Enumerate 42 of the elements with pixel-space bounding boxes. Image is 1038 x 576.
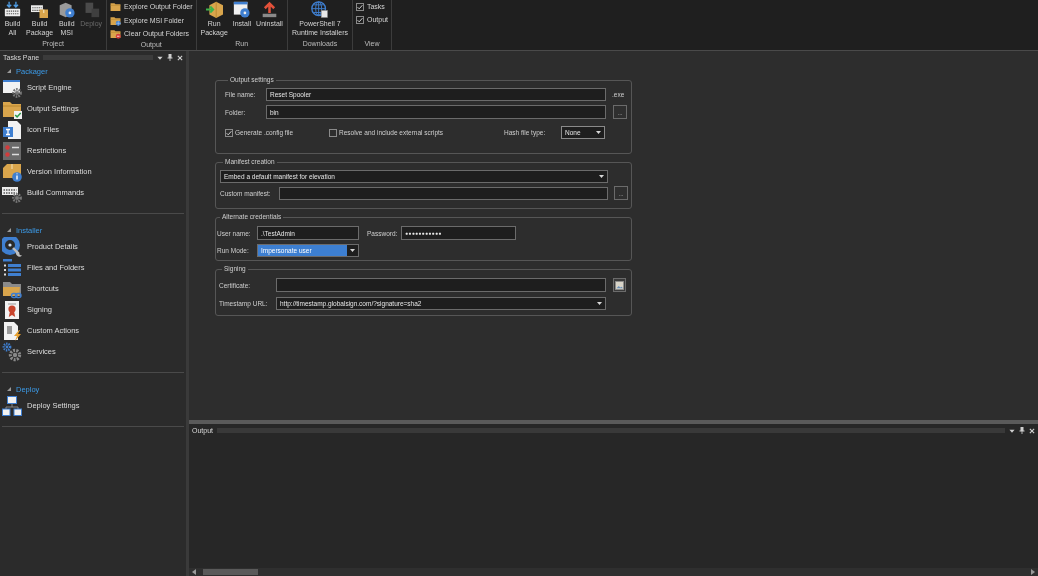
certificate-field[interactable] xyxy=(276,278,606,292)
custom-manifest-field[interactable] xyxy=(279,186,608,200)
box-arrow-icon xyxy=(205,1,223,18)
image-icon xyxy=(615,280,624,290)
document-icon xyxy=(2,119,22,140)
upload-arrow-icon xyxy=(261,1,278,18)
document-lightning-icon xyxy=(2,320,22,341)
box-disc-icon xyxy=(58,1,76,18)
scroll-left-icon[interactable] xyxy=(192,569,196,575)
caret-down-icon[interactable] xyxy=(157,54,163,61)
expanded-triangle-icon[interactable] xyxy=(7,228,11,232)
folder-icon xyxy=(110,1,122,13)
scrollbar-thumb[interactable] xyxy=(203,569,258,575)
caret-down-icon[interactable] xyxy=(1009,427,1015,434)
certificate-icon xyxy=(2,299,22,320)
network-icon xyxy=(2,395,22,416)
list-icon xyxy=(2,257,22,278)
box-info-icon xyxy=(2,161,22,182)
gears-icon xyxy=(2,341,22,362)
caret-down-icon xyxy=(597,302,602,305)
certificate-button[interactable] xyxy=(613,278,626,292)
folder-delete-icon xyxy=(110,28,122,40)
close-icon[interactable] xyxy=(1029,427,1035,434)
checkbox[interactable] xyxy=(355,2,364,11)
globe-icon xyxy=(311,1,329,18)
caret-down-icon xyxy=(599,175,604,178)
scroll-right-icon[interactable] xyxy=(1031,569,1035,575)
expanded-triangle-icon[interactable] xyxy=(7,69,11,73)
folder-globe-icon xyxy=(110,14,122,26)
pin-icon[interactable] xyxy=(1019,427,1025,434)
expanded-triangle-icon[interactable] xyxy=(7,387,11,391)
checklist-icon xyxy=(2,140,22,161)
window-gear-icon xyxy=(2,77,22,98)
checkbox[interactable] xyxy=(329,128,337,137)
caret-down-icon xyxy=(350,249,355,252)
caret-down-icon xyxy=(596,131,601,134)
horizontal-scrollbar[interactable] xyxy=(189,568,1038,576)
pin-icon[interactable] xyxy=(167,54,173,61)
checkbox[interactable] xyxy=(225,128,233,137)
close-icon[interactable] xyxy=(177,54,183,61)
disc-wrench-icon xyxy=(2,236,22,257)
checkbox[interactable] xyxy=(355,15,364,24)
